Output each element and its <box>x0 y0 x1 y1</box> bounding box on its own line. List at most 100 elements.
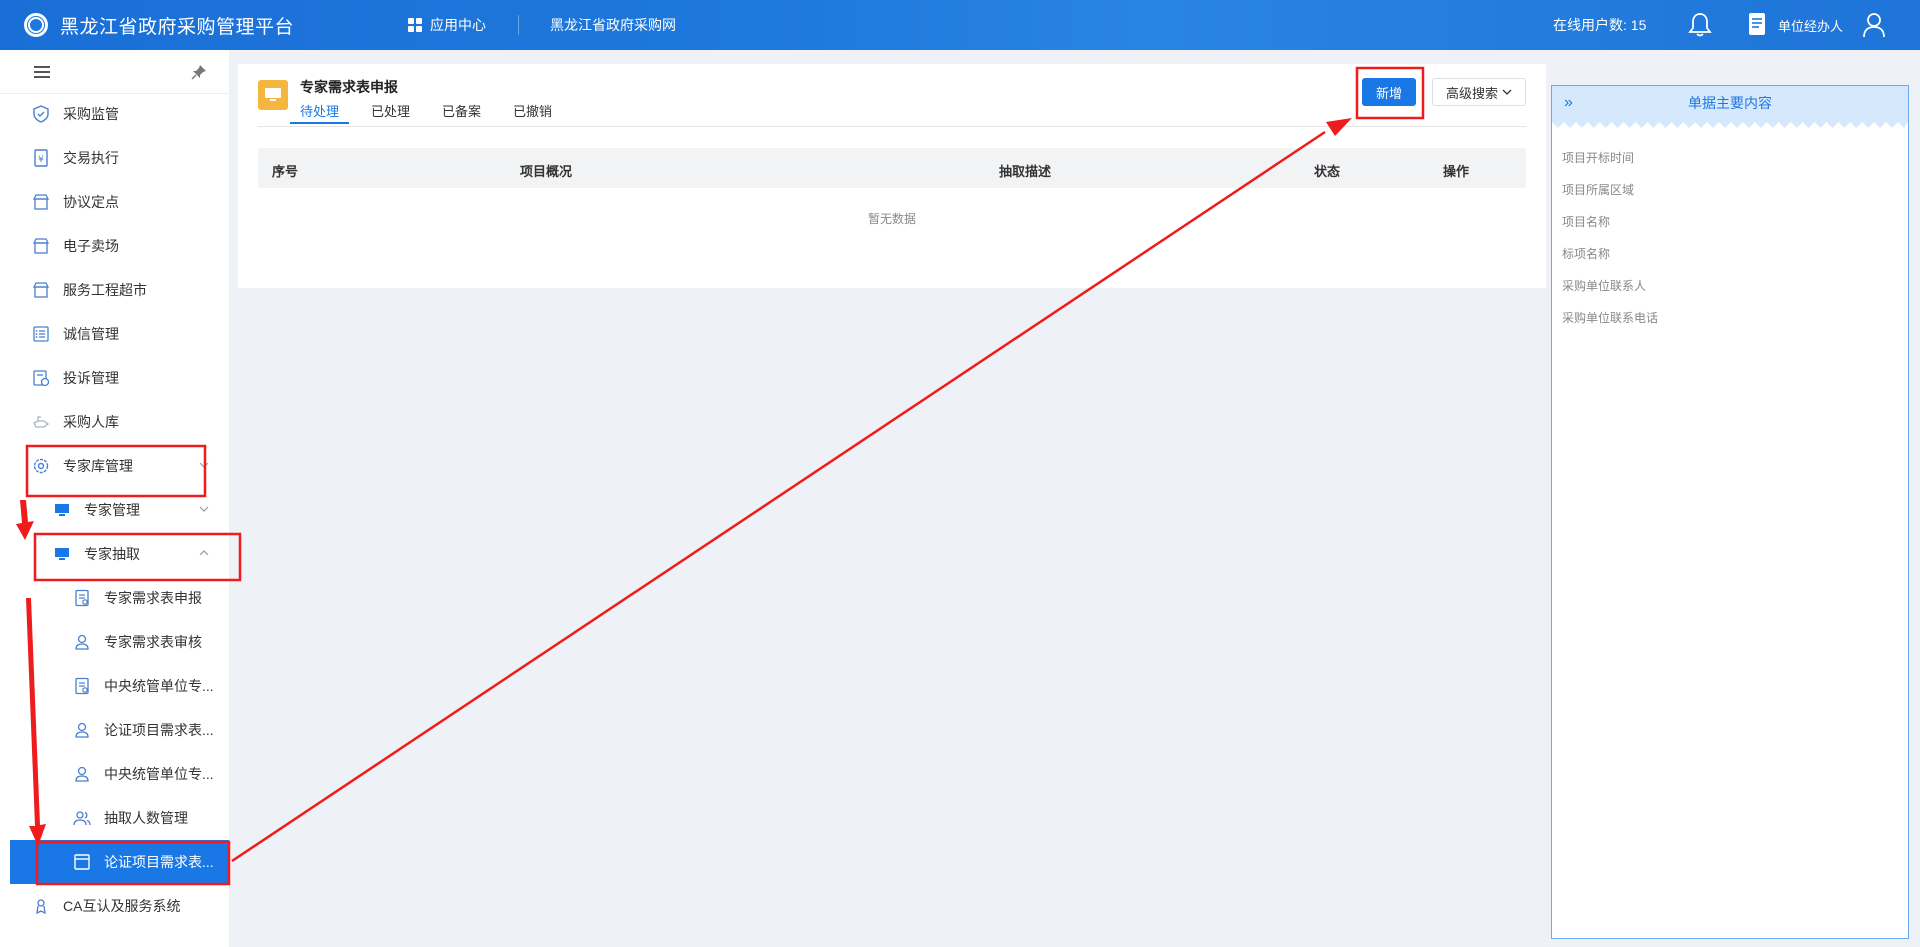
field-label: 项目名称 <box>1562 215 1611 229</box>
sidebar-item-label: 专家抽取 <box>84 546 140 562</box>
user-role-label[interactable]: 单位经办人 <box>1778 0 1843 50</box>
bell-icon[interactable] <box>1688 12 1712 38</box>
sidebar-item-extract-count[interactable]: 抽取人数管理 <box>0 796 229 840</box>
nav-app-center[interactable]: 应用中心 <box>408 0 486 50</box>
sidebar-item-credit[interactable]: 诚信管理 <box>0 312 229 356</box>
badge-icon <box>31 896 51 916</box>
people-icon <box>72 808 92 828</box>
sidebar-item-label: 电子卖场 <box>63 238 119 254</box>
sidebar-item-label: 中央统管单位专... <box>104 678 214 694</box>
tab-pending[interactable]: 待处理 <box>290 98 350 124</box>
sidebar-item-expert-mgmt[interactable]: 专家管理 <box>0 488 229 532</box>
column-header-overview: 项目概况 <box>520 164 573 179</box>
field-label: 项目所属区域 <box>1562 183 1635 197</box>
hand-icon <box>31 412 51 432</box>
grid-icon <box>408 18 422 32</box>
menu-toggle-icon[interactable] <box>34 65 50 78</box>
sidebar-item-central-unit-1[interactable]: 中央统管单位专... <box>0 664 229 708</box>
sidebar-item-label: 协议定点 <box>63 194 119 210</box>
chevron-down-icon <box>199 506 209 512</box>
sidebar-item-label: 采购监管 <box>63 106 119 122</box>
add-button[interactable]: 新增 <box>1362 78 1416 106</box>
sidebar-item-label: 专家管理 <box>84 502 140 518</box>
column-header-actions: 操作 <box>1443 164 1470 179</box>
form-icon <box>258 80 288 110</box>
sidebar-item-label: 专家库管理 <box>63 458 133 474</box>
column-header-description: 抽取描述 <box>999 164 1052 179</box>
user-avatar-icon[interactable] <box>1862 12 1886 38</box>
sidebar-item-label: 中央统管单位专... <box>104 766 214 782</box>
panel-header: » 单据主要内容 <box>1552 86 1908 128</box>
sidebar-item-label: 论证项目需求表... <box>104 854 214 870</box>
sidebar-item-emall[interactable]: 电子卖场 <box>0 224 229 268</box>
sidebar-item-expert-demand-report[interactable]: 专家需求表申报 <box>0 576 229 620</box>
sidebar-item-expert-demand-review[interactable]: 专家需求表审核 <box>0 620 229 664</box>
panel-field-list: 项目开标时间 项目所属区域 项目名称 标项名称 采购单位联系人 采购单位联系电话 <box>1552 122 1908 334</box>
monitor-icon <box>52 500 72 520</box>
window-icon <box>72 852 92 872</box>
sidebar-item-label: 专家需求表申报 <box>104 590 202 606</box>
sidebar-item-label: 抽取人数管理 <box>104 810 188 826</box>
panel-title: 单据主要内容 <box>1688 95 1772 111</box>
sidebar-item-expert-lib[interactable]: 专家库管理 <box>0 444 229 488</box>
document-icon <box>72 676 92 696</box>
sidebar-toolbar <box>0 50 229 94</box>
sidebar-item-label: 服务工程超市 <box>63 282 147 298</box>
sidebar-item-expert-extract[interactable]: 专家抽取 <box>0 532 229 576</box>
app-title: 黑龙江省政府采购管理平台 <box>60 16 295 38</box>
person-icon <box>72 632 92 652</box>
person-icon <box>72 720 92 740</box>
sidebar-item-label: 诚信管理 <box>63 326 119 342</box>
sidebar-item-label: 论证项目需求表... <box>104 722 214 738</box>
empty-state-text: 暂无数据 <box>867 212 916 226</box>
sidebar-item-label: 投诉管理 <box>63 370 119 386</box>
store-icon <box>31 192 51 212</box>
complaint-icon <box>31 368 51 388</box>
sidebar-item-complaint[interactable]: 投诉管理 <box>0 356 229 400</box>
sidebar-item-procurement-supervision[interactable]: 采购监管 <box>0 92 229 136</box>
advanced-search-label: 高级搜索 <box>1445 85 1498 101</box>
status-tabs: 待处理 已处理 已备案 已撤销 <box>290 98 574 124</box>
advanced-search-button[interactable]: 高级搜索 <box>1432 78 1526 106</box>
zigzag-edge <box>1552 122 1908 128</box>
page-title: 专家需求表申报 <box>300 79 398 95</box>
logo-icon <box>24 13 48 37</box>
table-header: 序号 项目概况 抽取描述 状态 操作 <box>258 148 1526 188</box>
field-label: 标项名称 <box>1562 247 1611 261</box>
sidebar-item-service-market[interactable]: 服务工程超市 <box>0 268 229 312</box>
sidebar-item-argument-demand-active[interactable]: 论证项目需求表... <box>10 840 229 884</box>
double-chevron-right-icon[interactable]: » <box>1564 86 1573 120</box>
top-header: 黑龙江省政府采购管理平台 应用中心 黑龙江省政府采购网 在线用户数: 15 单位… <box>0 0 1920 50</box>
tab-revoked[interactable]: 已撤销 <box>503 98 562 124</box>
store-icon <box>31 236 51 256</box>
column-header-index: 序号 <box>272 164 299 179</box>
shield-icon <box>31 104 51 124</box>
document-summary-panel: » 单据主要内容 项目开标时间 项目所属区域 项目名称 标项名称 采购单位联系人… <box>1551 85 1909 939</box>
monitor-icon <box>52 544 72 564</box>
tab-processed[interactable]: 已处理 <box>361 98 420 124</box>
user-document-icon <box>1749 13 1765 35</box>
sidebar-item-label: CA互认及服务系统 <box>63 898 181 914</box>
tab-filed[interactable]: 已备案 <box>432 98 491 124</box>
chevron-up-icon <box>199 550 209 556</box>
store-icon <box>31 280 51 300</box>
receipt-icon: ¥ <box>31 148 51 168</box>
chevron-down-icon <box>199 462 209 468</box>
svg-text:¥: ¥ <box>38 155 44 165</box>
nav-app-center-label: 应用中心 <box>430 17 486 33</box>
sidebar-item-ca-system[interactable]: CA互认及服务系统 <box>0 884 229 928</box>
online-users: 在线用户数: 15 <box>1553 17 1647 33</box>
sidebar-item-central-unit-2[interactable]: 中央统管单位专... <box>0 752 229 796</box>
person-icon <box>72 764 92 784</box>
column-header-status: 状态 <box>1314 164 1341 179</box>
pin-icon[interactable] <box>191 64 207 80</box>
sidebar-item-argument-demand-1[interactable]: 论证项目需求表... <box>0 708 229 752</box>
nav-procurement-site[interactable]: 黑龙江省政府采购网 <box>550 0 676 50</box>
sidebar-item-label: 交易执行 <box>63 150 119 166</box>
main-panel: 专家需求表申报 待处理 已处理 已备案 已撤销 新增 高级搜索 序号 项目概况 … <box>238 64 1546 288</box>
sidebar-item-transaction[interactable]: ¥ 交易执行 <box>0 136 229 180</box>
sidebar-item-agreement[interactable]: 协议定点 <box>0 180 229 224</box>
field-label: 采购单位联系人 <box>1562 279 1647 293</box>
sidebar-item-purchaser-lib[interactable]: 采购人库 <box>0 400 229 444</box>
tab-divider <box>258 126 1526 127</box>
